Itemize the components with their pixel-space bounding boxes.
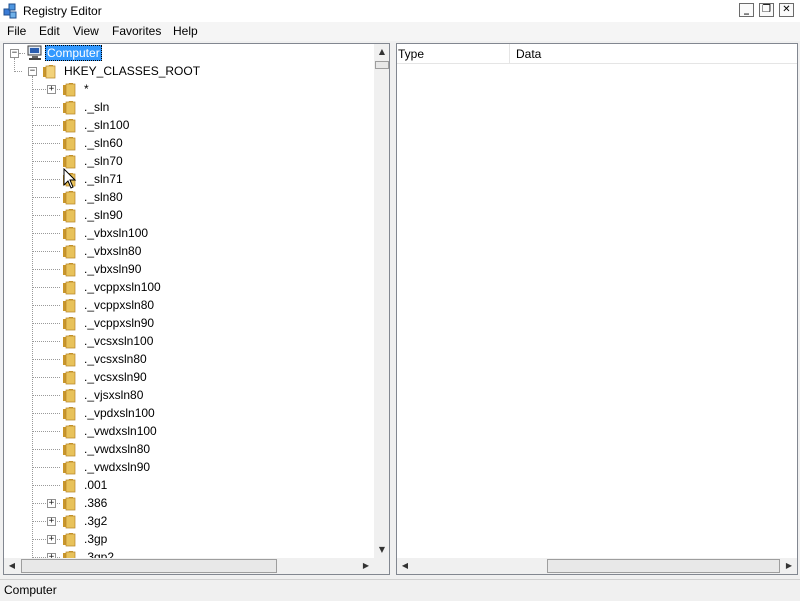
values-list-pane[interactable]: Type Data ◀ ▶ bbox=[396, 43, 798, 575]
tree-item-key[interactable]: .001 bbox=[84, 478, 107, 492]
folder-icon bbox=[63, 209, 76, 223]
key-tree-pane[interactable]: − Computer − HKEY_CLASSES_ROOT + * ._sln ._… bbox=[3, 43, 390, 575]
tree-item-key[interactable]: ._vwdxsln100 bbox=[84, 424, 157, 438]
tree-item-key[interactable]: ._sln bbox=[84, 100, 109, 114]
tree-horizontal-scroll-thumb[interactable] bbox=[21, 559, 277, 573]
folder-icon bbox=[63, 389, 76, 403]
folder-icon bbox=[63, 353, 76, 367]
tree-item-key[interactable]: ._vbxsln100 bbox=[84, 226, 148, 240]
tree-item-key[interactable]: .3gp bbox=[84, 532, 107, 546]
folder-icon bbox=[63, 137, 76, 151]
tree-item-key[interactable]: ._vpdxsln100 bbox=[84, 406, 155, 420]
folder-icon bbox=[63, 443, 76, 457]
tree-item-key[interactable]: ._vcppxsln80 bbox=[84, 298, 154, 312]
folder-icon bbox=[63, 281, 76, 295]
expand-key-toggle[interactable]: + bbox=[47, 85, 56, 94]
registry-editor-icon bbox=[3, 3, 17, 19]
tree-item-key[interactable]: ._sln70 bbox=[84, 154, 123, 168]
restore-button[interactable]: ❐ bbox=[759, 3, 774, 17]
mouse-cursor-icon bbox=[63, 168, 77, 189]
folder-icon bbox=[63, 551, 76, 558]
tree-item-computer[interactable]: Computer bbox=[45, 45, 102, 61]
computer-icon bbox=[27, 45, 42, 60]
folder-icon bbox=[63, 227, 76, 241]
collapse-hkcr-toggle[interactable]: − bbox=[28, 67, 37, 76]
menu-edit[interactable]: Edit bbox=[39, 24, 60, 38]
tree-item-key[interactable]: ._sln60 bbox=[84, 136, 123, 150]
minimize-button[interactable]: _ bbox=[739, 3, 754, 17]
tree-vertical-scroll-thumb[interactable] bbox=[375, 61, 389, 69]
folder-icon bbox=[63, 533, 76, 547]
folder-icon bbox=[63, 191, 76, 205]
status-bar: Computer bbox=[0, 579, 800, 601]
key-tree: − Computer − HKEY_CLASSES_ROOT + * ._sln ._… bbox=[4, 44, 374, 558]
tree-item-key[interactable]: .386 bbox=[84, 496, 107, 510]
expand-key-toggle[interactable]: + bbox=[47, 499, 56, 508]
tree-item-key[interactable]: ._sln90 bbox=[84, 208, 123, 222]
window-title: Registry Editor bbox=[23, 4, 102, 18]
folder-icon bbox=[43, 65, 56, 79]
tree-item-key[interactable]: ._vcsxsln100 bbox=[84, 334, 153, 348]
tree-item-key[interactable]: ._sln100 bbox=[84, 118, 129, 132]
menu-help[interactable]: Help bbox=[173, 24, 198, 38]
folder-icon bbox=[63, 407, 76, 421]
tree-item-key[interactable]: ._vwdxsln80 bbox=[84, 442, 150, 456]
tree-item-key[interactable]: .3gp2 bbox=[84, 550, 114, 558]
folder-icon bbox=[63, 479, 76, 493]
collapse-computer-toggle[interactable]: − bbox=[10, 49, 19, 58]
scroll-up-arrow-icon[interactable]: ▲ bbox=[374, 44, 389, 60]
list-horizontal-scroll-thumb[interactable] bbox=[547, 559, 780, 573]
column-header-type[interactable]: Type bbox=[398, 47, 424, 61]
tree-item-key[interactable]: ._vcsxsln80 bbox=[84, 352, 147, 366]
menu-favorites[interactable]: Favorites bbox=[112, 24, 161, 38]
scroll-down-arrow-icon[interactable]: ▼ bbox=[374, 542, 389, 558]
menu-file[interactable]: File bbox=[7, 24, 26, 38]
scroll-right-arrow-icon[interactable]: ▶ bbox=[358, 558, 374, 574]
tree-item-key[interactable]: ._vcppxsln90 bbox=[84, 316, 154, 330]
title-bar: Registry Editor _ ❐ ✕ bbox=[0, 0, 800, 23]
close-button[interactable]: ✕ bbox=[779, 3, 794, 17]
scroll-right-arrow-icon[interactable]: ▶ bbox=[781, 558, 797, 574]
tree-item-key[interactable]: ._vwdxsln90 bbox=[84, 460, 150, 474]
tree-item-key[interactable]: ._vcsxsln90 bbox=[84, 370, 147, 384]
folder-icon bbox=[63, 155, 76, 169]
expand-key-toggle[interactable]: + bbox=[47, 535, 56, 544]
list-horizontal-scrollbar[interactable]: ◀ ▶ bbox=[397, 558, 797, 574]
tree-item-key[interactable]: ._sln71 bbox=[84, 172, 123, 186]
tree-horizontal-scrollbar[interactable]: ◀ ▶ bbox=[4, 558, 374, 574]
scroll-left-arrow-icon[interactable]: ◀ bbox=[397, 558, 413, 574]
menu-view[interactable]: View bbox=[73, 24, 99, 38]
folder-icon bbox=[63, 335, 76, 349]
folder-icon bbox=[63, 497, 76, 511]
scrollbar-corner bbox=[374, 558, 389, 574]
folder-icon bbox=[63, 425, 76, 439]
status-path: Computer bbox=[4, 583, 57, 597]
tree-vertical-scrollbar[interactable]: ▲ ▼ bbox=[374, 44, 389, 558]
menu-bar: File Edit View Favorites Help bbox=[0, 22, 800, 41]
list-header: Type Data bbox=[397, 44, 797, 64]
tree-item-key[interactable]: ._sln80 bbox=[84, 190, 123, 204]
column-separator[interactable] bbox=[509, 44, 510, 63]
scroll-left-arrow-icon[interactable]: ◀ bbox=[4, 558, 20, 574]
tree-item-key[interactable]: .3g2 bbox=[84, 514, 107, 528]
tree-item-key[interactable]: ._vcppxsln100 bbox=[84, 280, 161, 294]
folder-icon bbox=[63, 317, 76, 331]
tree-item-key[interactable]: ._vjsxsln80 bbox=[84, 388, 143, 402]
folder-icon bbox=[63, 245, 76, 259]
folder-icon bbox=[63, 119, 76, 133]
column-header-data[interactable]: Data bbox=[516, 47, 541, 61]
folder-icon bbox=[63, 515, 76, 529]
folder-icon bbox=[63, 101, 76, 115]
tree-item-hkey-classes-root[interactable]: HKEY_CLASSES_ROOT bbox=[64, 64, 200, 78]
tree-item-key[interactable]: ._vbxsln80 bbox=[84, 244, 141, 258]
folder-icon bbox=[63, 263, 76, 277]
folder-icon bbox=[63, 83, 76, 97]
tree-item-key[interactable]: ._vbxsln90 bbox=[84, 262, 141, 276]
expand-key-toggle[interactable]: + bbox=[47, 517, 56, 526]
tree-item-key[interactable]: * bbox=[84, 82, 89, 96]
folder-icon bbox=[63, 461, 76, 475]
folder-icon bbox=[63, 371, 76, 385]
folder-icon bbox=[63, 299, 76, 313]
